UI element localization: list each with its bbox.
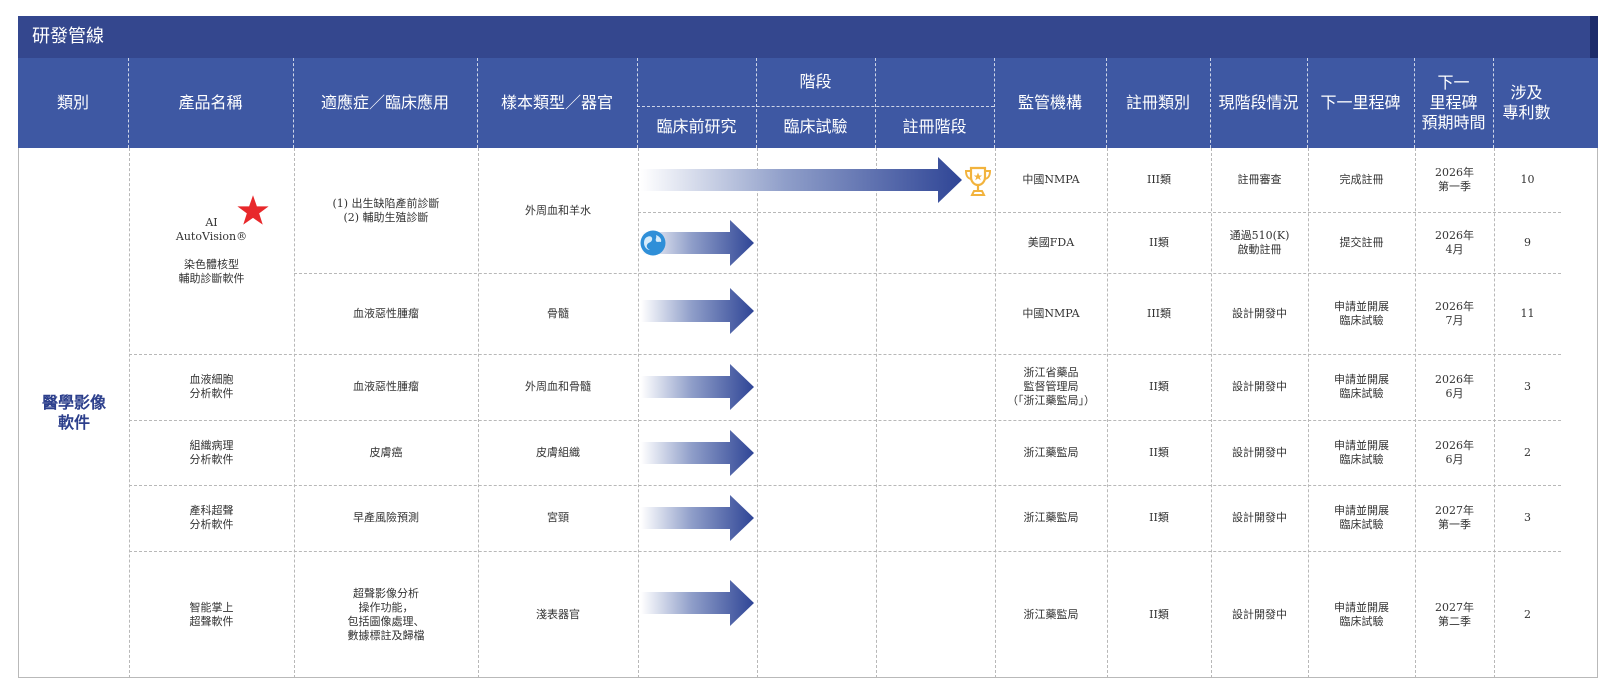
page-title: 研發管線 bbox=[18, 16, 1598, 58]
header-divider bbox=[637, 106, 994, 107]
header-divider bbox=[128, 58, 129, 148]
header-divider bbox=[1307, 58, 1308, 148]
header-divider bbox=[756, 58, 757, 148]
header-product: 產品名稱 bbox=[178, 93, 243, 112]
progress-arrow bbox=[641, 157, 962, 203]
table-body: 醫學影像 軟件 AI AutoVision® 染色體核型 輔助診斷軟件 血液細胞… bbox=[18, 148, 1598, 678]
header-next-time: 下一 里程碑 預期時間 bbox=[1421, 73, 1486, 132]
header-category: 類別 bbox=[56, 93, 89, 112]
header-regulator: 監管機構 bbox=[1017, 93, 1082, 112]
pipeline-table: 研發管線 類別 產品名稱 適應症／臨床應用 樣本類型／器官 階段 臨床前研究 臨… bbox=[18, 16, 1598, 678]
header-divider bbox=[875, 58, 876, 148]
header-indication: 適應症／臨床應用 bbox=[320, 93, 449, 112]
header-status: 現階段情況 bbox=[1218, 93, 1299, 112]
progress-arrows bbox=[641, 157, 962, 626]
header-stage: 階段 bbox=[799, 72, 832, 91]
header-divider bbox=[293, 58, 294, 148]
trophy-icon bbox=[964, 166, 992, 196]
header-divider bbox=[637, 58, 638, 148]
header-reg-class: 註冊類別 bbox=[1125, 93, 1190, 112]
table-header: 類別 產品名稱 適應症／臨床應用 樣本類型／器官 階段 臨床前研究 臨床試驗 註… bbox=[18, 58, 1598, 148]
progress-arrow bbox=[641, 580, 754, 626]
header-preclinical: 臨床前研究 bbox=[656, 117, 737, 136]
header-divider bbox=[477, 58, 478, 148]
progress-arrow bbox=[641, 495, 754, 541]
header-divider bbox=[1106, 58, 1107, 148]
globe-icon bbox=[640, 230, 666, 256]
header-sample: 樣本類型／器官 bbox=[500, 93, 613, 112]
header-divider bbox=[1493, 58, 1494, 148]
progress-arrow bbox=[641, 364, 754, 410]
progress-arrow bbox=[641, 430, 754, 476]
header-clinical: 臨床試驗 bbox=[783, 117, 848, 136]
header-registration: 註冊階段 bbox=[902, 117, 967, 136]
header-divider bbox=[994, 58, 995, 148]
header-divider bbox=[1414, 58, 1415, 148]
header-divider bbox=[1210, 58, 1211, 148]
progress-arrow bbox=[641, 288, 754, 334]
header-patents: 涉及 專利數 bbox=[1502, 83, 1551, 122]
header-next: 下一里程碑 bbox=[1320, 93, 1401, 112]
